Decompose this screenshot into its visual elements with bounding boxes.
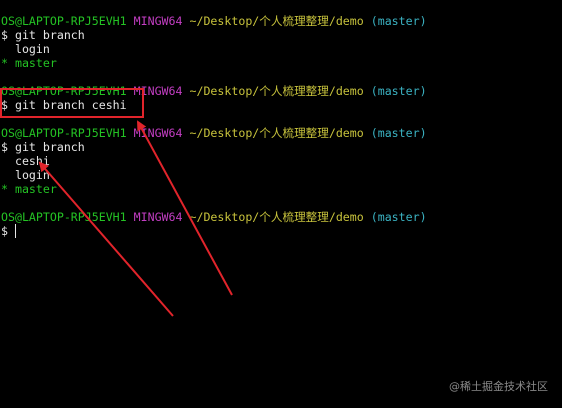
text-cursor[interactable] [15, 224, 16, 238]
prompt-user: OS@LAPTOP-RPJ5EVH1 [1, 126, 127, 140]
arrow-to-new-branch [38, 161, 174, 317]
prompt-env: MINGW64 [133, 126, 183, 140]
branch-output-current: * master [1, 56, 57, 70]
branch-output-line: login [1, 168, 50, 182]
arrow-to-create-command [137, 120, 233, 296]
prompt-path: ~/Desktop/个人梳理整理/demo [189, 126, 364, 140]
watermark: @稀土掘金技术社区 [449, 380, 548, 393]
prompt-user: OS@LAPTOP-RPJ5EVH1 [1, 210, 127, 224]
prompt-env: MINGW64 [133, 210, 183, 224]
highlight-box [0, 88, 144, 118]
prompt-branch: (master) [370, 210, 427, 224]
command-line: $ git branch [1, 140, 85, 154]
prompt-path: ~/Desktop/个人梳理整理/demo [189, 14, 364, 28]
prompt-path: ~/Desktop/个人梳理整理/demo [189, 210, 364, 224]
prompt-branch: (master) [370, 126, 427, 140]
branch-output-current: * master [1, 182, 57, 196]
branch-output-line: login [1, 42, 50, 56]
input-prompt-symbol: $ [1, 224, 8, 238]
branch-output-line: ceshi [1, 154, 50, 168]
prompt-branch: (master) [370, 84, 427, 98]
annotation-arrows [38, 120, 233, 317]
prompt-path: ~/Desktop/个人梳理整理/demo [189, 84, 364, 98]
terminal-window[interactable]: OS@LAPTOP-RPJ5EVH1 MINGW64 ~/Desktop/个人梳… [0, 0, 562, 408]
prompt-branch: (master) [370, 14, 427, 28]
prompt-line: OS@LAPTOP-RPJ5EVH1 MINGW64 ~/Desktop/个人梳… [1, 126, 427, 140]
command-line: $ git branch [1, 28, 85, 42]
prompt-line: OS@LAPTOP-RPJ5EVH1 MINGW64 ~/Desktop/个人梳… [1, 210, 427, 224]
prompt-env: MINGW64 [133, 14, 183, 28]
prompt-line: OS@LAPTOP-RPJ5EVH1 MINGW64 ~/Desktop/个人梳… [1, 14, 427, 28]
prompt-user: OS@LAPTOP-RPJ5EVH1 [1, 14, 127, 28]
